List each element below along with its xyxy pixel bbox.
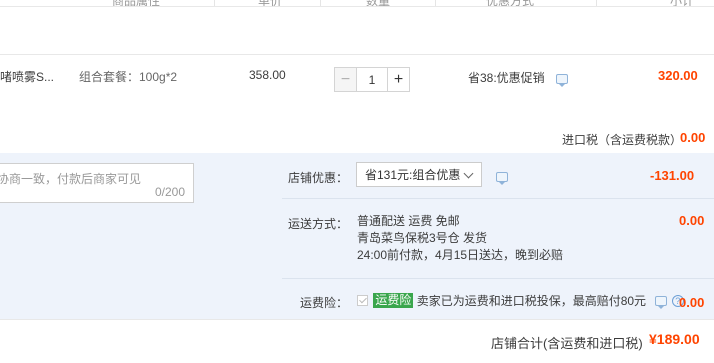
section-divider [282, 278, 714, 279]
insurance-value: 0.00 [679, 295, 705, 310]
header-bottom-border [0, 6, 714, 7]
item-package: 组合套餐：100g*2 [79, 70, 178, 84]
insurance-label: 运费险： [300, 296, 349, 310]
import-tax-label: 进口税（含运费税款） [562, 133, 683, 147]
column-header-discount-method: 优惠方式 [486, 0, 535, 8]
insurance-row: 运费险 卖家已为运费和进口税投保，最高赔付80元 ? [357, 292, 684, 309]
shop-total-label: 店铺合计(含运费和进口税) [491, 336, 643, 351]
decrease-quantity-button[interactable]: − [334, 67, 357, 92]
quantity-input[interactable]: 1 [357, 67, 387, 92]
shipping-delivery-promise: 24:00前付款，4月15日送达，晚到必赔 [357, 248, 564, 262]
panel-bottom-border [0, 319, 714, 320]
insurance-description: 卖家已为运费和进口税投保，最高赔付80元 [416, 294, 647, 308]
item-unit-price: 358.00 [249, 68, 286, 82]
chat-icon[interactable] [556, 73, 569, 87]
insurance-checkbox[interactable] [357, 295, 368, 306]
item-promo-text: 省38:优惠促销 [468, 71, 545, 85]
shipping-fee-value: 0.00 [679, 213, 705, 228]
shop-discount-label: 店铺优惠： [288, 171, 349, 185]
column-header-unit-price: 单价 [258, 0, 283, 8]
item-promo: 省38:优惠促销 [468, 69, 569, 87]
shipping-label: 运送方式： [288, 217, 349, 231]
item-subtotal: 320.00 [658, 68, 698, 83]
item-top-border [0, 54, 714, 55]
quantity-stepper: − 1 + [334, 67, 410, 92]
increase-quantity-button[interactable]: + [387, 67, 410, 92]
column-header-quantity: 数量 [366, 0, 391, 8]
shop-discount-select[interactable]: 省131元:组合优惠 [356, 162, 482, 187]
shipping-details: 普通配送 运费 免邮 青岛菜鸟保税3号仓 发货 24:00前付款，4月15日送达… [357, 213, 563, 264]
column-header-attributes: 商品属性 [112, 0, 161, 8]
item-name[interactable]: 啫喷雾S... [0, 68, 54, 85]
column-header-subtotal: 小计 [670, 0, 695, 8]
shipping-warehouse: 青岛菜鸟保税3号仓 发货 [357, 231, 488, 245]
chat-icon[interactable] [496, 172, 508, 185]
chevron-down-icon [463, 168, 474, 179]
seller-message-placeholder: 协商一致，付款后商家可见 [0, 172, 142, 186]
section-divider [282, 198, 714, 199]
shop-discount-value: -131.00 [650, 168, 695, 183]
insurance-tag: 运费险 [373, 293, 414, 308]
chat-icon[interactable] [655, 295, 668, 309]
seller-message-input[interactable]: 协商一致，付款后商家可见 0/200 [0, 163, 194, 203]
shipping-method: 普通配送 运费 免邮 [357, 214, 460, 228]
seller-message-counter: 0/200 [154, 185, 185, 199]
shop-discount-selected: 省131元:组合优惠 [365, 168, 461, 182]
import-tax-value: 0.00 [680, 130, 706, 145]
shop-total-value: ¥189.00 [649, 331, 700, 347]
